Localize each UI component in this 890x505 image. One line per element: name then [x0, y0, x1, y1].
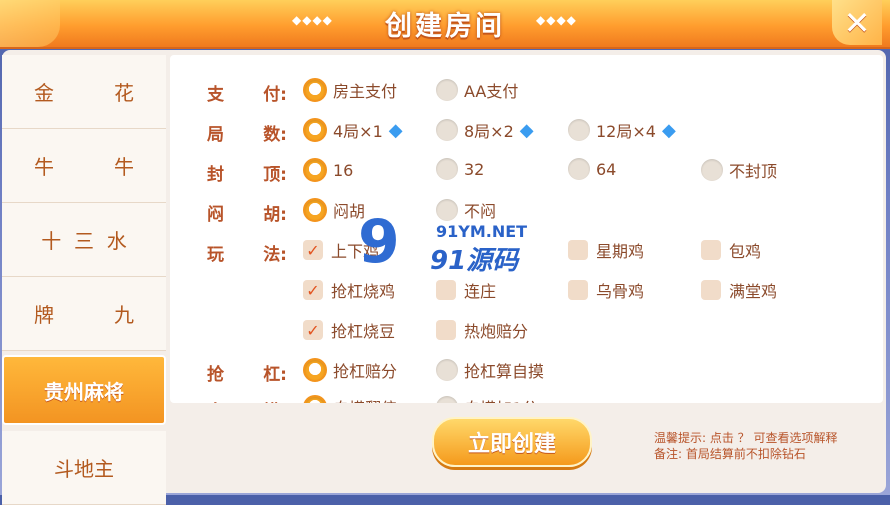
sidebar-item-label: 十 三 水 — [41, 229, 127, 253]
option-zimo-fanbei[interactable]: 自摸翻倍 — [303, 395, 397, 403]
option-owner-pay[interactable]: 房主支付 — [303, 78, 397, 102]
radio-selected — [303, 198, 327, 222]
radio-selected — [303, 158, 327, 182]
row-label-play: 玩法: — [207, 245, 287, 265]
sidebar-item-label: 斗地主 — [54, 457, 114, 481]
diamond-icon: ◆ — [519, 119, 534, 141]
watermark-text: 91源码 — [430, 246, 519, 276]
diamond-icon: ◆ — [388, 119, 403, 141]
option-xingqi-ji[interactable]: 星期鸡 — [568, 238, 644, 262]
checkbox-checked: ✓ — [303, 280, 323, 300]
page-title: 创建房间 — [385, 11, 505, 42]
option-cap-16[interactable]: 16 — [303, 158, 353, 182]
sidebar-item-label: 花 — [114, 81, 134, 105]
radio — [436, 158, 458, 180]
checkbox-checked: ✓ — [303, 320, 323, 340]
sidebar-item-label: 牛 — [34, 155, 54, 179]
radio — [436, 199, 458, 221]
sidebar-item-guizhou-mahjong[interactable]: 贵州麻将 — [2, 355, 166, 425]
diamond-icon: ◆ — [661, 119, 676, 141]
option-rounds-4[interactable]: 4局×1 ◆ — [303, 118, 403, 142]
row-label-rounds: 局数: — [207, 125, 287, 145]
radio — [701, 159, 723, 181]
sidebar-item-label: 金 — [34, 81, 54, 105]
watermark-logo: 9 — [358, 207, 400, 277]
close-icon: ✕ — [843, 3, 871, 42]
checkbox — [568, 240, 588, 260]
option-rounds-8[interactable]: 8局×2 ◆ — [436, 118, 534, 142]
radio — [568, 119, 590, 141]
option-qianggang-shaodou[interactable]: ✓ 抢杠烧豆 — [303, 318, 395, 342]
tip-line-1: 温馨提示: 点击 ？ 可查看选项解释 — [654, 431, 838, 445]
sidebar-item-label: 牌 — [34, 303, 54, 327]
option-men-hu[interactable]: 闷胡 — [303, 198, 365, 222]
checkbox — [701, 280, 721, 300]
row-label-cap: 封顶: — [207, 165, 287, 185]
radio — [436, 396, 458, 403]
sidebar-item-label: 牛 — [114, 155, 134, 179]
sidebar-item-shisanshui[interactable]: 十 三 水 — [2, 203, 166, 277]
radio — [436, 359, 458, 381]
create-room-button[interactable]: 立即创建 — [432, 417, 592, 467]
radio — [568, 158, 590, 180]
option-rounds-12[interactable]: 12局×4 ◆ — [568, 118, 676, 142]
option-wugu-ji[interactable]: 乌骨鸡 — [568, 278, 644, 302]
row-label-men: 闷胡: — [207, 205, 287, 225]
radio-selected — [303, 395, 327, 403]
option-cap-none[interactable]: 不封顶 — [701, 158, 777, 182]
option-repao-peifen[interactable]: 热炮赔分 — [436, 318, 528, 342]
tip-line-2: 备注: 首局结算前不扣除钻石 — [654, 447, 806, 461]
radio-selected — [303, 78, 327, 102]
option-lianzhuang[interactable]: 连庄 — [436, 278, 496, 302]
option-qianggang-peifen[interactable]: 抢杠赔分 — [303, 358, 397, 382]
checkbox — [568, 280, 588, 300]
option-bao-ji[interactable]: 包鸡 — [701, 238, 761, 262]
radio-selected — [303, 358, 327, 382]
checkbox — [436, 280, 456, 300]
sidebar-item-label: 九 — [114, 303, 134, 327]
radio — [436, 119, 458, 141]
option-qianggang-zimo[interactable]: 抢杠算自摸 — [436, 358, 544, 382]
option-bu-men[interactable]: 不闷 — [436, 198, 496, 222]
option-zimo-jia1[interactable]: 自摸加1分 — [436, 395, 538, 403]
sidebar-item-doudizhu[interactable]: 斗地主 — [2, 431, 166, 505]
radio-selected — [303, 118, 327, 142]
row-label-gang: 抢杠: — [207, 365, 287, 385]
sidebar-item-jinhua[interactable]: 金 花 — [2, 55, 166, 129]
checkbox — [701, 240, 721, 260]
watermark-url: 91YM.NET — [436, 222, 528, 241]
checkbox — [436, 320, 456, 340]
option-aa-pay[interactable]: AA支付 — [436, 78, 518, 102]
option-cap-32[interactable]: 32 — [436, 158, 484, 180]
checkbox-checked: ✓ — [303, 240, 323, 260]
row-label-pay: 支付: — [207, 85, 287, 105]
option-qianggang-shaoji[interactable]: ✓ 抢杠烧鸡 — [303, 278, 395, 302]
option-cap-64[interactable]: 64 — [568, 158, 616, 180]
sidebar-item-paijiu[interactable]: 牌 九 — [2, 277, 166, 351]
row-label-zimo: 自摸: — [207, 397, 287, 403]
tips-text: 温馨提示: 点击 ？ 可查看选项解释 备注: 首局结算前不扣除钻石 — [654, 430, 838, 462]
close-button[interactable]: ✕ — [832, 0, 882, 45]
game-sidebar: 金 花 牛 牛 十 三 水 牌 九 贵州麻将 斗地主 — [2, 55, 166, 505]
sidebar-item-label: 贵州麻将 — [44, 379, 124, 404]
title-decoration-right: ◆◆◆◆ — [536, 13, 577, 27]
header-bar: ◆◆◆◆ 创建房间 ◆◆◆◆ ✕ — [0, 0, 890, 49]
option-mantang-ji[interactable]: 满堂鸡 — [701, 278, 777, 302]
sidebar-item-niuniu[interactable]: 牛 牛 — [2, 129, 166, 203]
radio — [436, 79, 458, 101]
